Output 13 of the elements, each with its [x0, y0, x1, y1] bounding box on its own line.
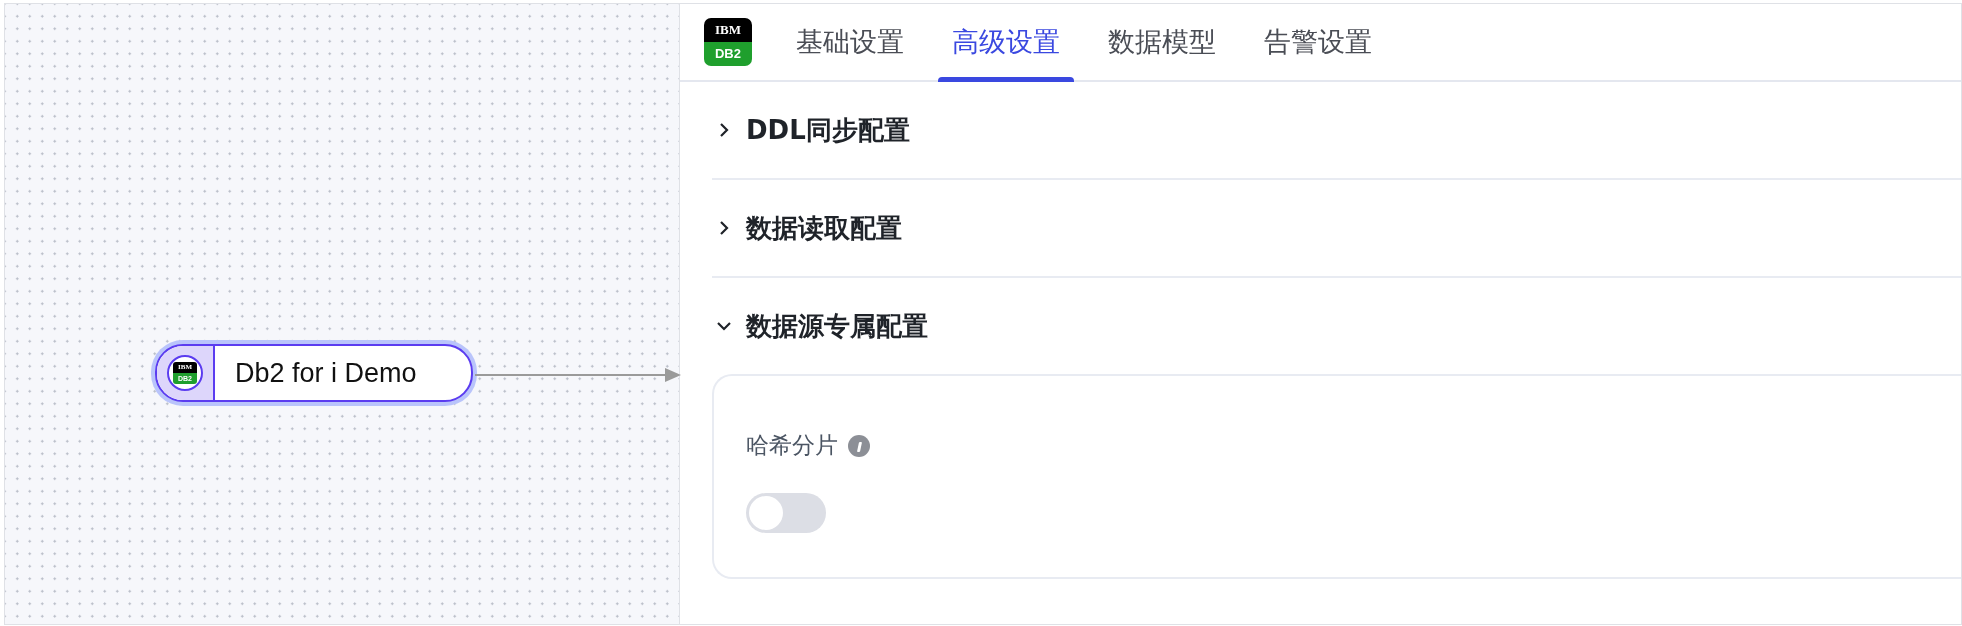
field-label: 哈希分片 [746, 431, 838, 460]
tab[interactable]: 数据模型 [1084, 4, 1240, 80]
section-header[interactable]: DDL同步配置 [712, 82, 1961, 178]
tab[interactable]: 基础设置 [772, 4, 928, 80]
node-label: Db2 for i Demo [235, 357, 417, 389]
toggle-switch[interactable] [746, 493, 826, 533]
tab[interactable]: 高级设置 [928, 4, 1084, 80]
info-icon[interactable] [848, 434, 870, 457]
tab[interactable]: 告警设置 [1240, 4, 1396, 80]
section-header[interactable]: 数据源专属配置 [712, 278, 1961, 374]
logo-text: IBM [704, 18, 752, 42]
section-header[interactable]: 数据读取配置 [712, 180, 1961, 276]
logo-text: DB2 [704, 42, 752, 66]
